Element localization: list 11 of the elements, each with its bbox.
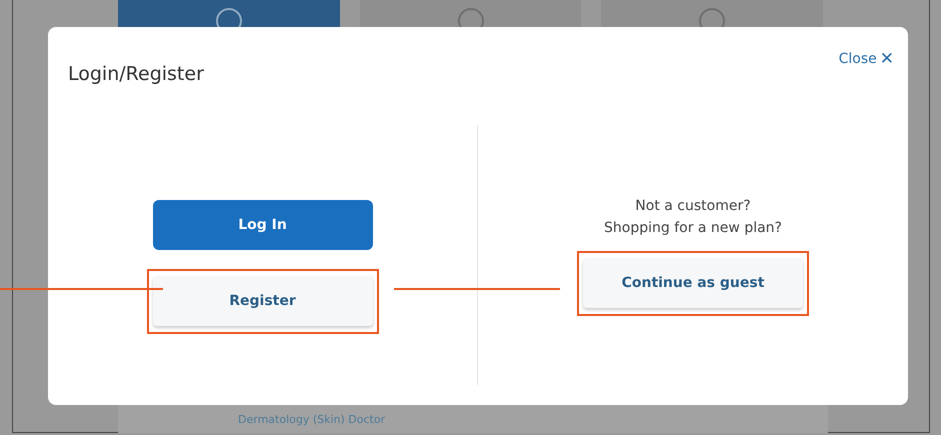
guest-button[interactable]: Continue as guest bbox=[583, 258, 803, 308]
close-icon: ✕ bbox=[880, 49, 894, 69]
close-button[interactable]: Close ✕ bbox=[838, 49, 894, 69]
category-tab[interactable] bbox=[360, 0, 582, 27]
category-tab[interactable] bbox=[601, 0, 824, 27]
login-button[interactable]: Log In bbox=[152, 200, 372, 250]
guest-prompt-text: Shopping for a new plan? bbox=[604, 218, 782, 238]
category-tab[interactable] bbox=[118, 0, 340, 27]
guest-prompt-text: Not a customer? bbox=[635, 196, 751, 216]
dialog-title: Login/Register bbox=[68, 63, 204, 87]
register-button[interactable]: Register bbox=[152, 276, 372, 326]
